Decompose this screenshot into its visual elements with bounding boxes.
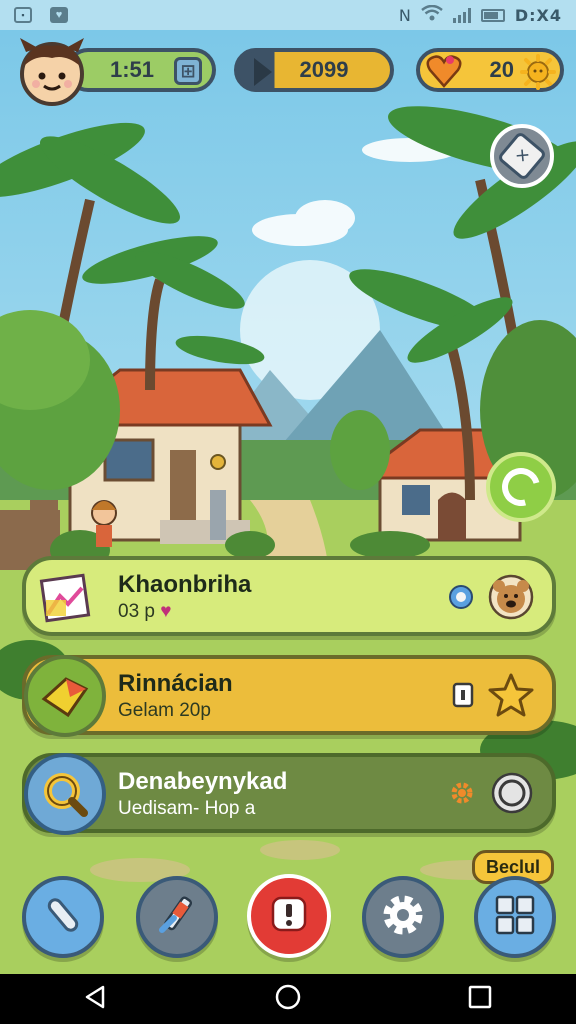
star-icon (488, 673, 534, 722)
pencil-icon (41, 893, 85, 942)
timer-value: 1:51 (110, 57, 155, 82)
battery-icon (480, 8, 505, 22)
sun-icon (520, 54, 556, 90)
tools-icon (154, 892, 200, 943)
ring-icon (490, 771, 534, 820)
settings-gear-icon (379, 891, 427, 944)
bear-face-icon (488, 574, 534, 625)
target-icon (448, 584, 474, 615)
refresh-icon (495, 461, 547, 513)
grid-menu-icon (494, 894, 536, 941)
quest-title: Khaonbriha (118, 571, 252, 598)
quest-card-1[interactable]: Khaonbriha 03 p ♥ (22, 556, 556, 636)
alert-icon (269, 894, 309, 939)
tools-button[interactable] (136, 876, 218, 958)
quest-card-3[interactable]: Denabeynykad Uedisam- Hop a (22, 753, 556, 835)
pencil-button[interactable] (22, 876, 104, 958)
quest-subtitle: Gelam 20p (118, 700, 211, 721)
wifi-icon (421, 4, 443, 25)
map-icon: ✕ (496, 130, 548, 182)
quest-subtitle: 03 p ♥ (118, 601, 172, 622)
timer-pill[interactable]: 1:51 ⊞ (66, 48, 216, 92)
envelope-icon (24, 655, 106, 737)
alert-button[interactable] (247, 874, 331, 958)
map-button[interactable]: ✕ (490, 124, 554, 188)
home-icon[interactable] (274, 983, 302, 1016)
magnifier-icon (24, 753, 106, 835)
quest-title: Denabeynykad (118, 768, 288, 795)
small-heart-icon: ♥ (160, 601, 172, 622)
quest-subtitle: Uedisam- Hop a (118, 798, 256, 819)
notification-box-icon: ▪ (14, 7, 32, 23)
hearts-value: 20 (489, 57, 514, 82)
letter-icon (24, 556, 106, 638)
heart-notification-icon: ♥ (50, 7, 68, 23)
quest-card-2[interactable]: Rinnácian Gelam 20p (22, 655, 556, 737)
signal-icon (452, 7, 471, 23)
recent-apps-icon[interactable] (467, 984, 493, 1015)
refresh-button[interactable] (486, 452, 556, 522)
gear-small-icon (448, 779, 476, 812)
navigation-bar (0, 974, 576, 1024)
status-bar: ▪ ♥ N D:X4 (0, 0, 576, 30)
heart-icon (426, 54, 462, 88)
nfc-icon: N (398, 5, 411, 25)
coins-pill[interactable]: 2099 (234, 48, 394, 92)
hearts-pill[interactable]: 20 (416, 48, 564, 92)
quest-title: Rinnácian (118, 670, 233, 697)
lock-icon: ⊞ (174, 57, 202, 85)
status-time: D:X4 (514, 5, 562, 25)
player-avatar[interactable] (16, 38, 88, 106)
coins-value: 2099 (299, 57, 349, 82)
ticket-icon (452, 682, 474, 713)
settings-button[interactable] (362, 876, 444, 958)
menu-button[interactable] (474, 876, 556, 958)
back-icon[interactable] (83, 984, 109, 1015)
arrow-icon (254, 58, 272, 86)
badge-label: Beclul (485, 856, 541, 877)
